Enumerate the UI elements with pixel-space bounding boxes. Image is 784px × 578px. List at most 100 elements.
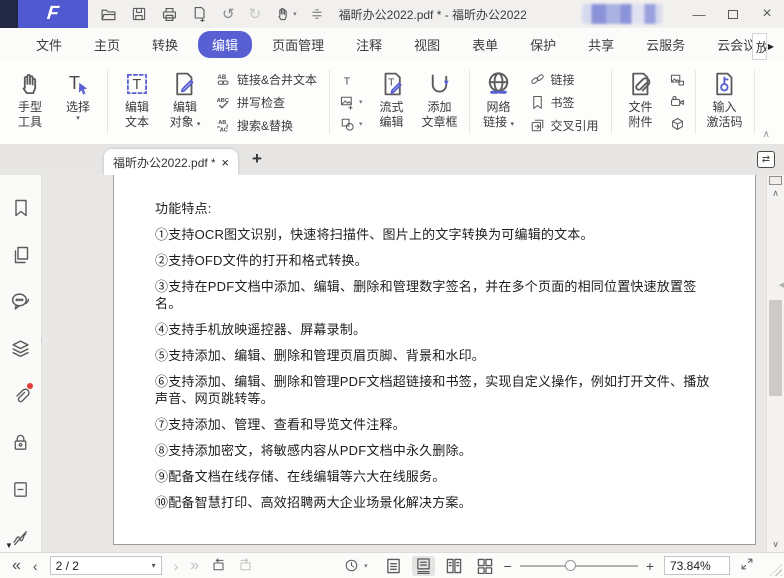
bookmark-button[interactable]: 书签 [530, 94, 599, 111]
edit-object-label: 编辑 [173, 100, 197, 115]
menu-overflow[interactable]: 放 ▶ [752, 33, 774, 60]
search-replace-button[interactable]: ABAC 搜索&替换 [216, 117, 317, 134]
bookmarks-panel-icon[interactable] [10, 197, 31, 218]
scrollbar-top-cap[interactable] [769, 176, 782, 185]
add-shape-button[interactable]: ▾ [340, 117, 363, 132]
cross-reference-icon [530, 118, 545, 133]
document-line: ⑨配备文档在线存储、在线编辑等六大在线服务。 [155, 468, 721, 485]
spell-check-button[interactable]: ABC 拼写检查 [216, 94, 317, 111]
previous-page-button[interactable]: ‹ [33, 559, 38, 573]
tab-cloud-service[interactable]: 云服务 [630, 31, 701, 58]
add-article-box-button[interactable]: 添加 文章框 [416, 60, 464, 144]
single-page-layout-button[interactable] [382, 556, 405, 576]
tab-form[interactable]: 表单 [456, 31, 514, 58]
destinations-panel-icon[interactable] [10, 479, 31, 500]
scrollbar-thumb[interactable] [769, 300, 782, 396]
flow-edit-button[interactable]: T 流式 编辑 [368, 60, 416, 144]
switch-tabs-icon[interactable]: ⇄ [757, 151, 775, 168]
zoom-out-button[interactable]: − [504, 558, 512, 574]
add-image-object-button[interactable] [670, 73, 685, 88]
tab-view[interactable]: 视图 [398, 31, 456, 58]
fullscreen-button[interactable] [740, 557, 754, 574]
app-logo: F [18, 0, 88, 28]
file-attachment-button[interactable]: 文件 附件 [617, 60, 665, 144]
edit-object-button[interactable]: 编辑 对象 ▾ [161, 60, 209, 144]
tab-convert[interactable]: 转换 [136, 31, 194, 58]
document-tab[interactable]: 福昕办公2022.pdf * × [104, 149, 238, 175]
open-folder-icon[interactable] [100, 6, 117, 23]
right-panel-handle-icon[interactable]: ◀ [779, 281, 784, 289]
zoom-slider-thumb[interactable] [565, 560, 576, 571]
document-line: ③支持在PDF文档中添加、编辑、删除和管理数字签名，并在多个页面的相同位置快速放… [155, 278, 721, 312]
flow-edit-label: 流式 [380, 100, 404, 115]
document-tab-close-icon[interactable]: × [221, 155, 229, 170]
link-merge-text-button[interactable]: AB 链接&合并文本 [216, 71, 317, 88]
add-text-button[interactable]: T [340, 73, 363, 88]
comments-panel-icon[interactable] [10, 291, 31, 312]
previous-view-button[interactable] [211, 557, 226, 574]
page-dropdown-caret-icon[interactable]: ▾ [152, 561, 156, 570]
ribbon-collapse-icon[interactable]: ∧ [763, 129, 770, 140]
document-line: ④支持手机放映遥控器、屏幕录制。 [155, 321, 721, 338]
vertical-scrollbar[interactable]: ∧ ∨ ◀ [766, 175, 784, 552]
bookmark-icon [530, 95, 545, 110]
add-video-button[interactable] [670, 95, 685, 110]
menu-overflow-arrow-icon[interactable]: ▶ [768, 42, 774, 51]
document-tab-bar: 福昕办公2022.pdf * × + ⇄ [0, 145, 784, 175]
tab-protect[interactable]: 保护 [514, 31, 572, 58]
ribbon-divider [611, 70, 612, 134]
account-name-blurred[interactable] [582, 4, 662, 24]
zoom-value-input[interactable]: 73.84% [664, 556, 730, 575]
new-tab-button[interactable]: + [252, 149, 262, 169]
facing-layout-button[interactable] [442, 556, 466, 576]
first-page-button[interactable]: « [12, 558, 21, 574]
zoom-in-button[interactable]: + [646, 558, 654, 574]
menu-overflow-partial-tab[interactable]: 放 [752, 33, 767, 60]
continuous-layout-button[interactable] [412, 556, 435, 576]
tab-comment[interactable]: 注释 [340, 31, 398, 58]
sidebar-more-icon[interactable]: ▼ [5, 541, 13, 550]
hand-tool-button[interactable]: 手型 工具 [6, 60, 54, 144]
next-page-button: › [174, 559, 179, 573]
maximize-button[interactable] [716, 0, 750, 28]
file-attachment-label: 文件 [629, 100, 653, 115]
zoom-slider[interactable] [520, 559, 638, 573]
add-3d-button[interactable] [670, 117, 685, 132]
tab-page-manage[interactable]: 页面管理 [256, 31, 340, 58]
scroll-down-icon[interactable]: ∨ [767, 539, 784, 550]
edit-text-icon: T [124, 67, 150, 100]
scroll-up-icon[interactable]: ∧ [767, 188, 784, 199]
tab-file[interactable]: 文件 [20, 31, 78, 58]
tab-share[interactable]: 共享 [572, 31, 630, 58]
cross-reference-button[interactable]: 交叉引用 [530, 117, 599, 134]
document-line: ⑥支持添加、编辑、删除和管理PDF文档超链接和书签，实现自定义操作，例如打开文件… [155, 373, 721, 407]
pages-panel-icon[interactable] [10, 244, 31, 265]
page-number-input[interactable]: 2 / 2 ▾ [50, 556, 162, 575]
facing-continuous-layout-button[interactable] [473, 556, 497, 576]
signature-panel-icon[interactable] [10, 526, 31, 547]
print-icon[interactable] [161, 6, 178, 23]
minimize-button[interactable]: — [682, 0, 716, 28]
window-resize-grip[interactable] [770, 564, 782, 576]
pdf-page[interactable]: 功能特点:①支持OCR图文识别，快速将扫描件、图片上的文字转换为可编辑的文本。②… [113, 175, 756, 545]
security-panel-icon[interactable] [10, 432, 31, 453]
enter-activation-code-button[interactable]: 输入 激活码 [701, 60, 749, 144]
view-mode-button[interactable]: ▾ [344, 558, 368, 573]
document-canvas[interactable]: 功能特点:①支持OCR图文识别，快速将扫描件、图片上的文字转换为可编辑的文本。②… [42, 175, 766, 552]
edit-text-button[interactable]: T 编辑 文本 [113, 60, 161, 144]
tab-home[interactable]: 主页 [78, 31, 136, 58]
save-icon[interactable] [131, 6, 147, 22]
new-document-icon[interactable] [192, 6, 208, 22]
add-image-button[interactable]: ▾ [340, 95, 363, 110]
close-button[interactable]: × [750, 0, 784, 28]
select-tool-button[interactable]: T 选择 ▾ [54, 60, 102, 144]
tab-edit[interactable]: 编辑 [198, 31, 252, 58]
link-button[interactable]: 链接 [530, 71, 599, 88]
hand-tool-label: 手型 [18, 100, 42, 115]
hand-pointer-icon[interactable]: ▾ [275, 6, 297, 22]
layers-panel-icon[interactable] [10, 338, 31, 359]
undo-icon[interactable]: ↺ [222, 7, 235, 22]
web-link-button[interactable]: 网络 链接 ▾ [475, 60, 523, 144]
customize-toolbar-icon[interactable] [311, 8, 323, 20]
attachments-panel-icon[interactable] [10, 385, 31, 406]
